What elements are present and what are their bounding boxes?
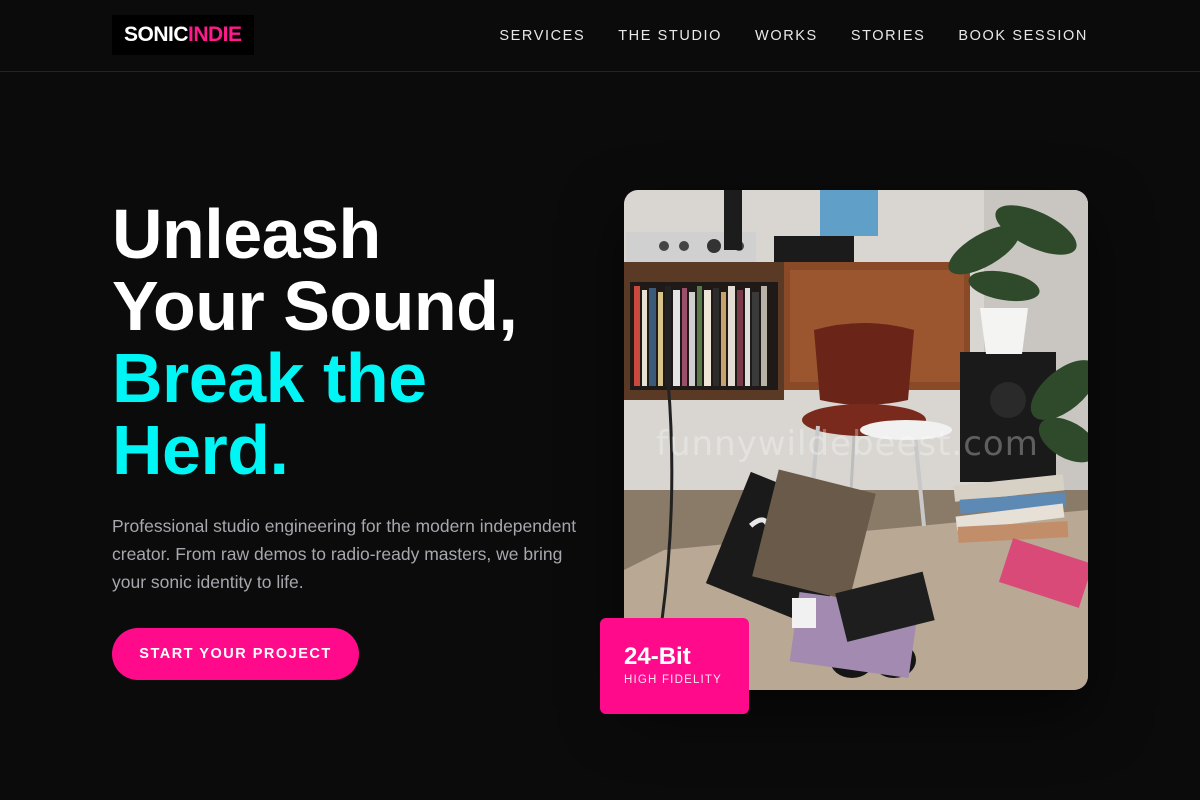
badge-value: 24-Bit [624, 643, 691, 670]
nav-item-stories[interactable]: STORIES [851, 28, 926, 44]
hero-description: Professional studio engineering for the … [112, 516, 577, 592]
polaroid [792, 598, 816, 628]
turntable [774, 236, 854, 262]
hero-title-line-1: Unleash [112, 195, 381, 273]
start-project-button[interactable]: START YOUR PROJECT [112, 628, 359, 680]
main-nav: SERVICES THE STUDIO WORKS STORIES BOOK S… [499, 0, 1088, 72]
fidelity-badge: 24-Bit HIGH FIDELITY [600, 618, 749, 714]
nav-item-services[interactable]: SERVICES [499, 28, 585, 44]
vinyl-records-on-shelf [634, 286, 767, 386]
nav-item-works[interactable]: WORKS [755, 28, 818, 44]
hero-title-line-3: Break the [112, 339, 427, 417]
site-header: SONIC INDIE SERVICES THE STUDIO WORKS STO… [0, 0, 1200, 72]
wall-poster [820, 190, 878, 236]
hero-title-line-2: Your Sound, [112, 267, 518, 345]
studio-photo-illustration: funnywildebeest.com [624, 190, 1088, 690]
logo-text-primary: SONIC [124, 23, 189, 46]
chair-back [814, 323, 914, 405]
logo-text-accent: INDIE [188, 23, 242, 46]
brand-logo[interactable]: SONIC INDIE [112, 15, 254, 55]
wall-bracket [724, 190, 742, 250]
hero-title: Unleash Your Sound, Break the Herd. [112, 198, 592, 486]
hero-title-line-4: Herd. [112, 411, 289, 489]
badge-label: HIGH FIDELITY [624, 674, 723, 686]
nav-item-the-studio[interactable]: THE STUDIO [618, 28, 722, 44]
image-watermark: funnywildebeest.com [656, 424, 1039, 464]
plant-pot [980, 308, 1028, 354]
nav-item-book-session[interactable]: BOOK SESSION [958, 28, 1088, 44]
studio-photo: funnywildebeest.com [624, 190, 1088, 690]
